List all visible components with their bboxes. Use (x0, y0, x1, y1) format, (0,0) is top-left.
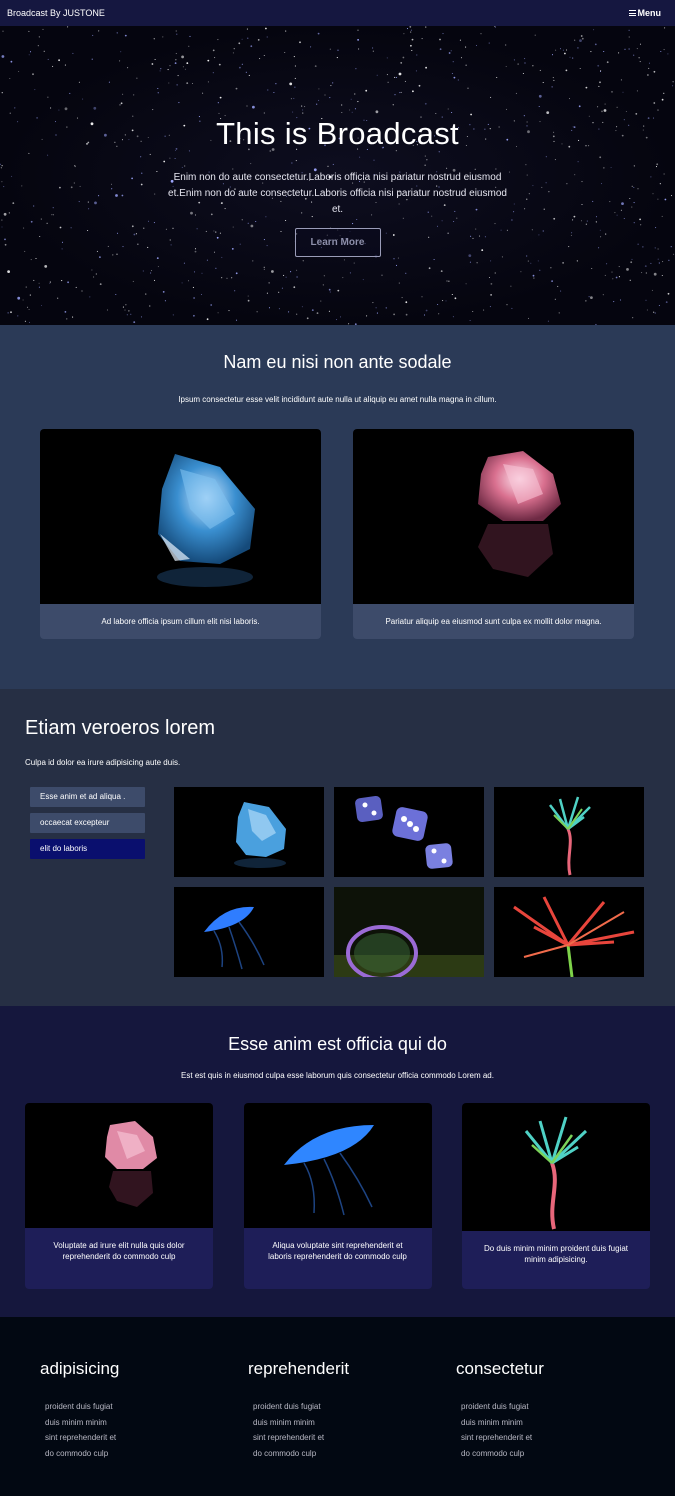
card-caption: Pariatur aliquip ea eiusmod sunt culpa e… (385, 617, 602, 626)
hero-title: This is Broadcast (216, 116, 459, 151)
footer-column: reprehenderit proident duis fugiat duis … (248, 1359, 456, 1496)
hero-section: This is Broadcast Enim non do aute conse… (0, 26, 675, 325)
footer-link[interactable]: do commodo culp (248, 1446, 456, 1462)
gallery-image-bubble[interactable] (334, 887, 484, 977)
jellyfish-image (243, 1103, 432, 1228)
card-caption: Ad labore officia ipsum cillum elit nisi… (101, 617, 260, 626)
menu-button[interactable]: Menu (628, 8, 662, 18)
menu-label: Menu (637, 8, 662, 18)
gallery-image-glowing-flower[interactable] (494, 787, 644, 877)
footer-link[interactable]: sint reprehenderit et (248, 1430, 456, 1446)
footer-column-title: consectetur (456, 1359, 544, 1378)
gallery-section: Etiam veroeros lorem Culpa id dolor ea i… (0, 689, 675, 1006)
section2-title: Etiam veroeros lorem (25, 717, 216, 739)
learn-more-button[interactable]: Learn More (294, 228, 381, 257)
footer-link[interactable]: proident duis fugiat (248, 1399, 456, 1415)
filter-tab[interactable]: occaecat excepteur (30, 813, 145, 833)
footer: adipisicing proident duis fugiat duis mi… (0, 1317, 675, 1496)
gallery-filters: Esse anim et ad aliqua . occaecat except… (30, 787, 145, 865)
section1-title: Nam eu nisi non ante sodale (223, 352, 452, 372)
filter-tab[interactable]: Esse anim et ad aliqua . (30, 787, 145, 807)
footer-link[interactable]: duis minim minim (248, 1415, 456, 1431)
card-caption: Voluptate ad irure elit nulla quis dolor… (53, 1241, 185, 1261)
footer-link[interactable]: duis minim minim (40, 1415, 248, 1431)
hero-text: Enim non do aute consectetur.Laboris off… (168, 172, 507, 215)
footer-column: adipisicing proident duis fugiat duis mi… (40, 1359, 248, 1496)
info-card[interactable]: Voluptate ad irure elit nulla quis dolor… (25, 1103, 213, 1289)
gallery-image-blue-crystal[interactable] (174, 787, 324, 877)
feature-card[interactable]: Ad labore officia ipsum cillum elit nisi… (40, 429, 321, 639)
blue-crystal-image (40, 429, 321, 604)
footer-link[interactable]: do commodo culp (456, 1446, 664, 1462)
feature-card[interactable]: Pariatur aliquip ea eiusmod sunt culpa e… (353, 429, 634, 639)
section3-title: Esse anim est officia qui do (228, 1034, 447, 1054)
cards-section: Esse anim est officia qui do Est est qui… (0, 1006, 675, 1317)
footer-column-title: adipisicing (40, 1359, 120, 1378)
section1-subtitle: Ipsum consectetur esse velit incididunt … (178, 395, 497, 404)
card-caption: Aliqua voluptate sint reprehenderit et l… (268, 1241, 407, 1261)
gallery-image-jellyfish[interactable] (174, 887, 324, 977)
pink-crystal-image (353, 429, 634, 604)
pink-crystal-image (25, 1103, 213, 1228)
footer-link[interactable]: proident duis fugiat (40, 1399, 248, 1415)
footer-link[interactable]: sint reprehenderit et (40, 1430, 248, 1446)
section2-subtitle: Culpa id dolor ea irure adipisicing aute… (25, 758, 181, 767)
glowing-flower-image (462, 1103, 650, 1231)
footer-column: consectetur proident duis fugiat duis mi… (456, 1359, 664, 1496)
brand-link[interactable]: Broadcast By JUSTONE (7, 8, 105, 18)
footer-link[interactable]: do commodo culp (40, 1446, 248, 1462)
feature-section: Nam eu nisi non ante sodale Ipsum consec… (0, 325, 675, 689)
footer-column-title: reprehenderit (248, 1359, 350, 1378)
section3-subtitle: Est est quis in eiusmod culpa esse labor… (181, 1071, 494, 1080)
footer-link[interactable]: duis minim minim (456, 1415, 664, 1431)
info-card[interactable]: Do duis minim minim proident duis fugiat… (462, 1103, 650, 1289)
gallery-image-dice[interactable] (334, 787, 484, 877)
footer-link[interactable]: proident duis fugiat (456, 1399, 664, 1415)
filter-tab-active[interactable]: elit do laboris (30, 839, 145, 859)
footer-link[interactable]: sint reprehenderit et (456, 1430, 664, 1446)
top-nav: Broadcast By JUSTONE Menu (0, 0, 675, 26)
gallery-grid (174, 787, 645, 977)
card-caption: Do duis minim minim proident duis fugiat… (483, 1244, 629, 1264)
hamburger-icon (628, 10, 636, 16)
gallery-image-red-lily[interactable] (494, 887, 644, 977)
info-card[interactable]: Aliqua voluptate sint reprehenderit et l… (243, 1103, 432, 1289)
